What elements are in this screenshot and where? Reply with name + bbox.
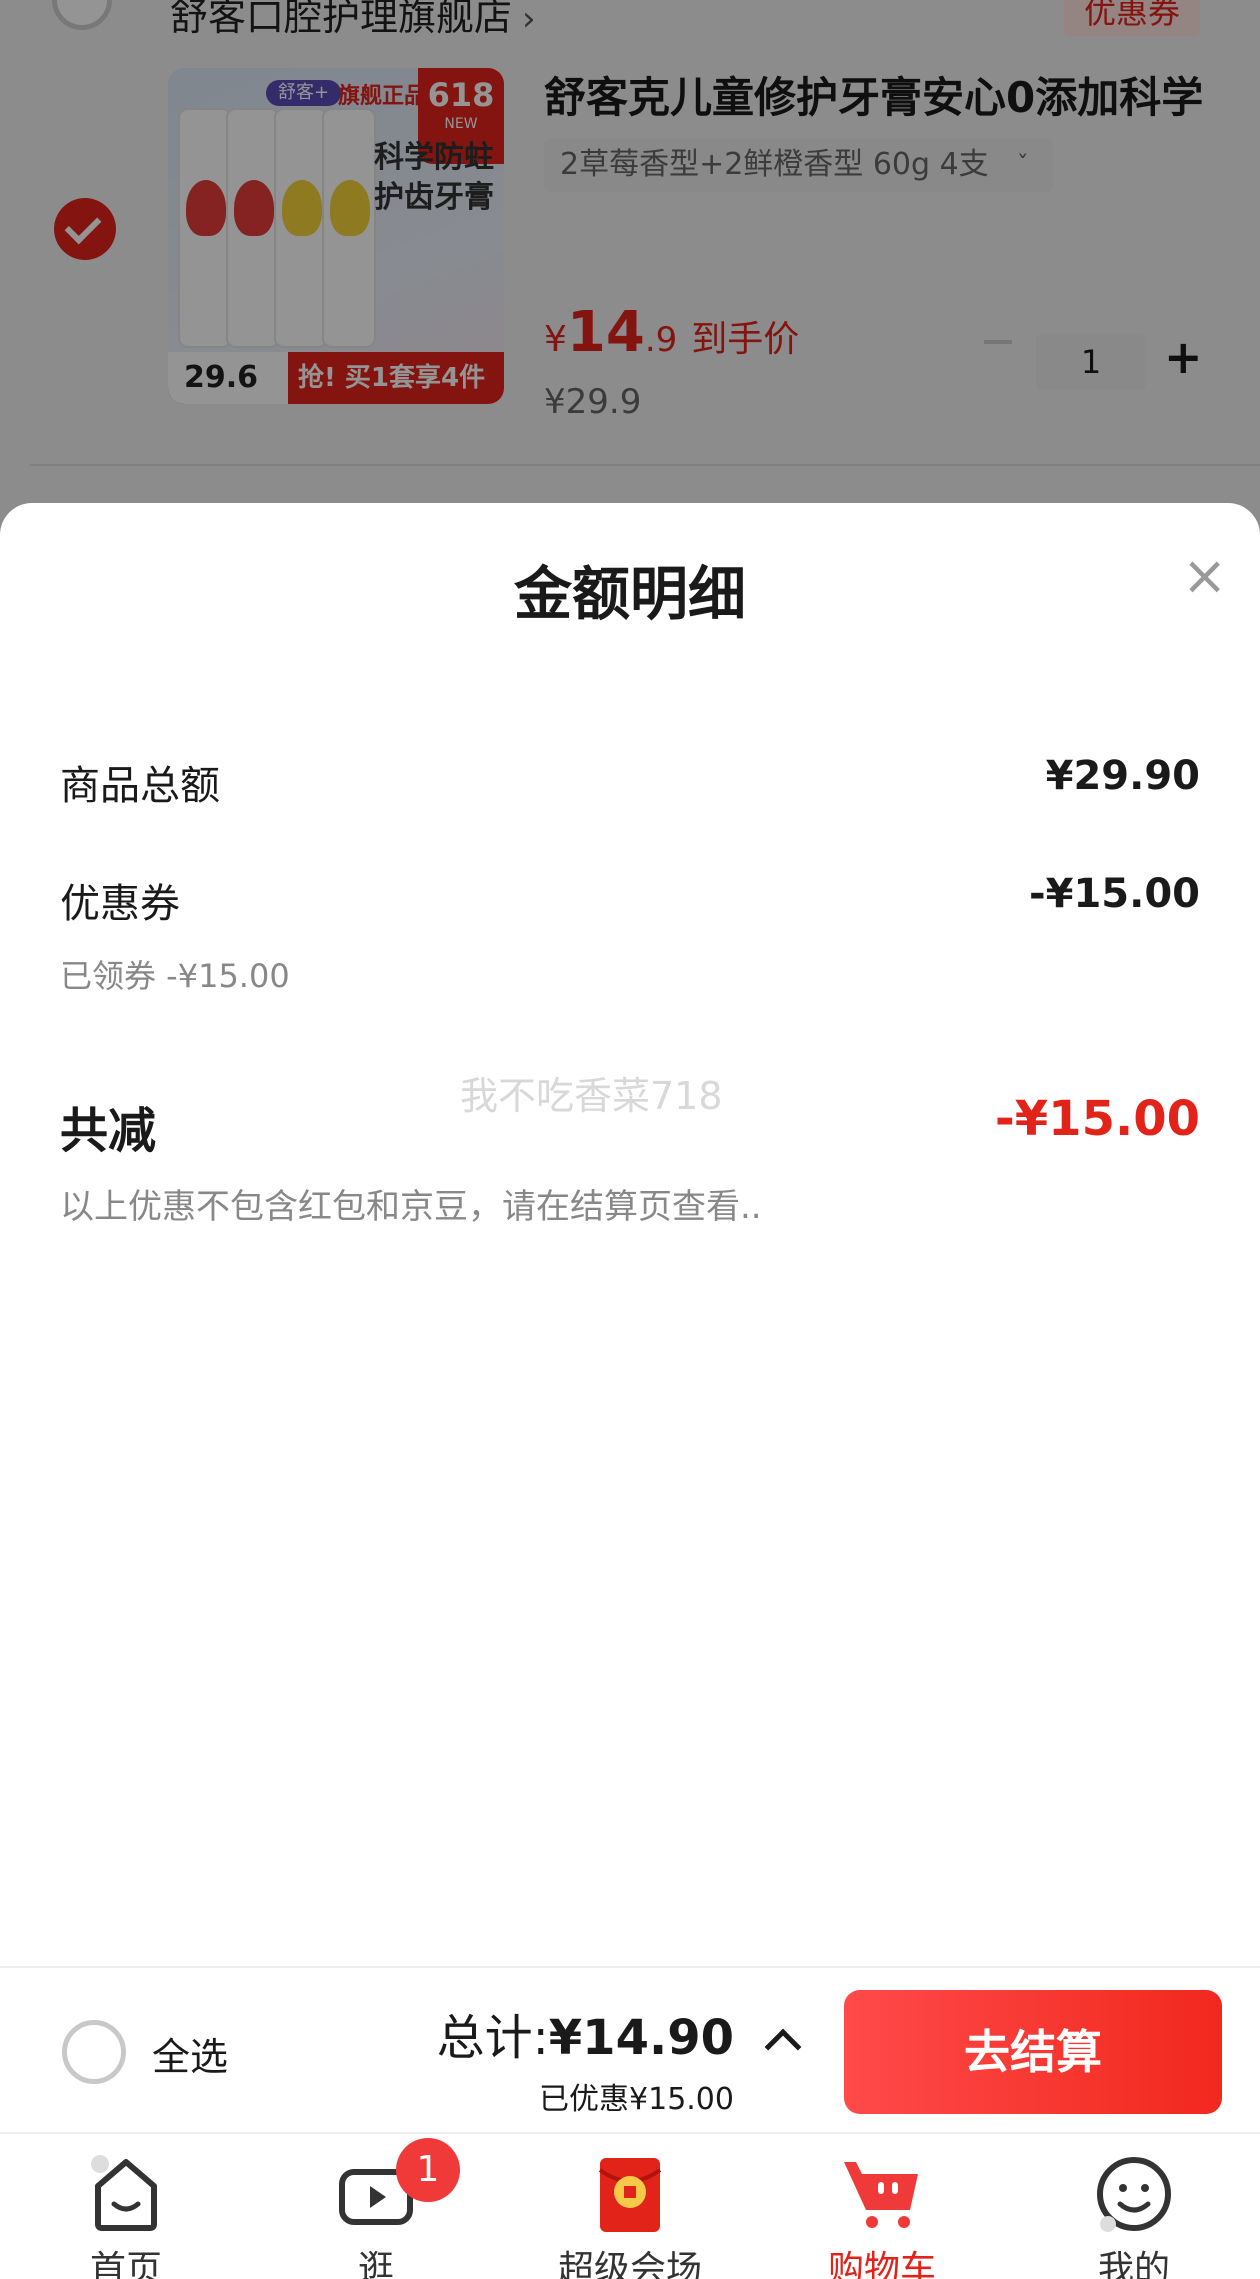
- home-icon: [91, 2155, 157, 2231]
- chevron-up-icon[interactable]: [764, 2028, 802, 2066]
- goods-total-value: ¥29.90: [1045, 753, 1200, 799]
- checkout-bar: 全选 总计:¥14.90 已优惠¥15.00 去结算: [0, 1966, 1260, 2132]
- tab-label: 超级会场: [557, 2249, 702, 2279]
- tab-mine[interactable]: 我的: [1034, 2134, 1234, 2279]
- notification-badge: 1: [396, 2138, 460, 2202]
- sheet-title: 金额明细: [513, 560, 746, 628]
- total-discount-label: 共减: [60, 1103, 157, 1159]
- modal-overlay[interactable]: [0, 0, 1260, 560]
- total-discount-value: -¥15.00: [994, 1091, 1200, 1147]
- tab-label: 首页: [89, 2249, 162, 2279]
- discount-disclaimer: 以上优惠不包含红包和京豆，请在结算页查看..: [60, 1187, 762, 1227]
- select-all-label[interactable]: 全选: [152, 2026, 228, 2081]
- cart-total: 总计:¥14.90: [437, 1998, 734, 2068]
- cart-saved: 已优惠¥15.00: [539, 2082, 734, 2117]
- smiley-icon: [1097, 2157, 1171, 2232]
- checkout-button[interactable]: 去结算: [844, 1990, 1222, 2114]
- goods-total-label: 商品总额: [60, 763, 220, 809]
- watermark: 我不吃香菜718: [460, 1074, 723, 1118]
- coupon-label: 优惠券: [60, 881, 180, 927]
- cart-total-prefix: 总计:: [436, 2010, 549, 2066]
- tab-home[interactable]: 首页: [26, 2134, 226, 2279]
- coupon-note: 已领券 -¥15.00: [60, 957, 290, 995]
- tab-label: 逛: [357, 2249, 394, 2279]
- tab-label: 我的: [1097, 2249, 1170, 2279]
- cart-icon: [844, 2162, 918, 2228]
- cart-total-value: ¥14.90: [548, 2010, 734, 2066]
- red-envelope-icon: [598, 2158, 662, 2232]
- close-icon[interactable]: ×: [1182, 549, 1227, 603]
- tab-stroll[interactable]: 1 逛: [276, 2134, 476, 2279]
- select-all-radio[interactable]: [62, 2020, 126, 2084]
- tab-label: 购物车: [827, 2249, 936, 2279]
- tab-cart[interactable]: 购物车: [782, 2134, 982, 2279]
- coupon-value: -¥15.00: [1029, 871, 1200, 917]
- bottom-tab-bar: 首页 1 逛 超级会场 购物车 我的: [0, 2132, 1260, 2279]
- tab-super-venue[interactable]: 超级会场: [530, 2134, 730, 2279]
